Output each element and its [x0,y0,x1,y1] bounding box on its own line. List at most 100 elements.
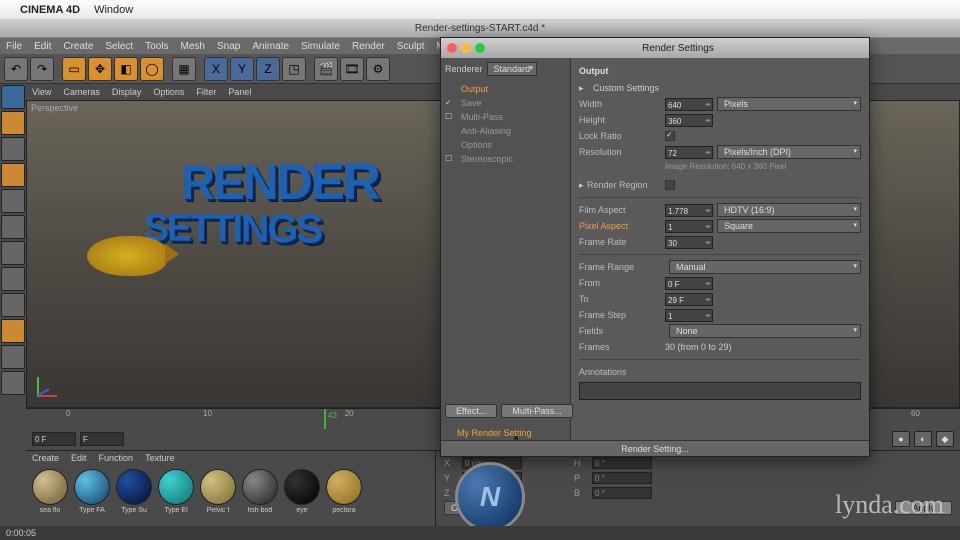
fields-dropdown[interactable]: None [669,324,861,338]
render-pv-icon[interactable]: 🎞 [340,57,364,81]
workplane-icon[interactable] [1,163,25,187]
snap-icon[interactable] [1,319,25,343]
multipass-button[interactable]: Multi-Pass... [501,404,573,418]
menu-simulate[interactable]: Simulate [301,41,340,52]
x-axis-icon[interactable]: X [204,57,228,81]
y-axis-icon[interactable]: Y [230,57,254,81]
vp-view[interactable]: View [32,87,51,97]
material-2[interactable]: Type Su [114,469,154,514]
mat-texture[interactable]: Texture [145,453,175,463]
rs-titlebar[interactable]: Render Settings [441,38,869,58]
resolution-field[interactable]: 72 [665,146,713,159]
vp-display[interactable]: Display [112,87,142,97]
render-view-icon[interactable]: 🎬 [314,57,338,81]
material-0[interactable]: sea flo [30,469,70,514]
material-6[interactable]: eye [282,469,322,514]
film-aspect-field[interactable]: 1.778 [665,204,713,217]
select-tool-icon[interactable]: ▭ [62,57,86,81]
current-frame-field[interactable]: F [80,432,124,446]
frame-rate-field[interactable]: 30 [665,236,713,249]
frame-step-field[interactable]: 1 [665,309,713,322]
z-axis-icon[interactable]: Z [256,57,280,81]
coord-system-icon[interactable]: ◳ [282,57,306,81]
model-mode-icon[interactable] [1,85,25,109]
frame-range-dropdown[interactable]: Manual [669,260,861,274]
autokey-icon[interactable]: ◐ [914,431,932,447]
mat-function[interactable]: Function [99,453,134,463]
app-name[interactable]: CINEMA 4D [20,4,80,16]
menu-sculpt[interactable]: Sculpt [397,41,425,52]
vp-cameras[interactable]: Cameras [63,87,100,97]
playhead-icon[interactable] [324,409,326,429]
menu-edit[interactable]: Edit [34,41,51,52]
undo-icon[interactable]: ↶ [4,57,28,81]
material-5[interactable]: fish bod [240,469,280,514]
render-region-checkbox[interactable] [665,180,675,190]
film-aspect-dropdown[interactable]: HDTV (16:9) [717,203,861,217]
mat-edit[interactable]: Edit [71,453,87,463]
from-field[interactable]: 0 F [665,277,713,290]
coord-p[interactable]: 0 ° [592,472,652,484]
material-1[interactable]: Type FA [72,469,112,514]
viewport-solo-icon[interactable] [1,293,25,317]
rotate-tool-icon[interactable]: ◯ [140,57,164,81]
record-icon[interactable]: ● [892,431,910,447]
rs-cat-anti-aliasing[interactable]: Anti-Aliasing [445,124,566,138]
minimize-icon[interactable] [461,43,471,53]
coord-h[interactable]: 0 ° [592,457,652,469]
menu-mesh[interactable]: Mesh [181,41,205,52]
material-3[interactable]: Type El [156,469,196,514]
start-frame-field[interactable]: 0 F [32,432,76,446]
planar-icon[interactable] [1,371,25,395]
menu-select[interactable]: Select [105,41,133,52]
move-tool-icon[interactable]: ✥ [88,57,112,81]
height-field[interactable]: 360 [665,114,713,127]
effect-button[interactable]: Effect... [445,404,497,418]
last-tool-icon[interactable]: ▦ [172,57,196,81]
locked-workplane-icon[interactable] [1,345,25,369]
zoom-icon[interactable] [475,43,485,53]
width-unit-dropdown[interactable]: Pixels [717,97,861,111]
mac-menu-window[interactable]: Window [94,4,133,16]
scale-tool-icon[interactable]: ◧ [114,57,138,81]
keyframe-icon[interactable]: ◆ [936,431,954,447]
object-mode-icon[interactable] [1,111,25,135]
annotations-field[interactable] [579,382,861,400]
menu-tools[interactable]: Tools [145,41,168,52]
menu-file[interactable]: File [6,41,22,52]
lock-ratio-checkbox[interactable] [665,131,675,141]
texture-mode-icon[interactable] [1,137,25,161]
close-icon[interactable] [447,43,457,53]
resolution-unit-dropdown[interactable]: Pixels/Inch (DPI) [717,145,861,159]
pixel-aspect-field[interactable]: 1 [665,220,713,233]
poly-mode-icon[interactable] [1,241,25,265]
material-7[interactable]: pectora [324,469,364,514]
material-4[interactable]: Pelvic f [198,469,238,514]
vp-options[interactable]: Options [153,87,184,97]
vp-filter[interactable]: Filter [196,87,216,97]
rs-cat-options[interactable]: Options [445,138,566,152]
custom-settings-label[interactable]: Custom Settings [593,83,659,93]
point-mode-icon[interactable] [1,189,25,213]
material-preview-icon [200,469,236,505]
rs-cat-output[interactable]: Output [445,82,566,96]
menu-animate[interactable]: Animate [252,41,289,52]
enable-axis-icon[interactable] [1,267,25,291]
edge-mode-icon[interactable] [1,215,25,239]
renderer-dropdown[interactable]: Standard [487,62,538,76]
menu-snap[interactable]: Snap [217,41,240,52]
pixel-aspect-dropdown[interactable]: Square [717,219,861,233]
to-field[interactable]: 29 F [665,293,713,306]
menu-create[interactable]: Create [63,41,93,52]
mat-create[interactable]: Create [32,453,59,463]
redo-icon[interactable]: ↷ [30,57,54,81]
menu-render[interactable]: Render [352,41,385,52]
coord-b[interactable]: 0 ° [592,487,652,499]
rs-footer-button[interactable]: Render Setting... [441,440,869,456]
vp-panel[interactable]: Panel [228,87,251,97]
width-field[interactable]: 640 [665,98,713,111]
rs-cat-multi-pass[interactable]: ☐Multi-Pass [445,110,566,124]
rs-cat-save[interactable]: ✓Save [445,96,566,110]
rs-cat-stereoscopic[interactable]: ☐Stereoscopic [445,152,566,166]
render-settings-icon[interactable]: ⚙ [366,57,390,81]
